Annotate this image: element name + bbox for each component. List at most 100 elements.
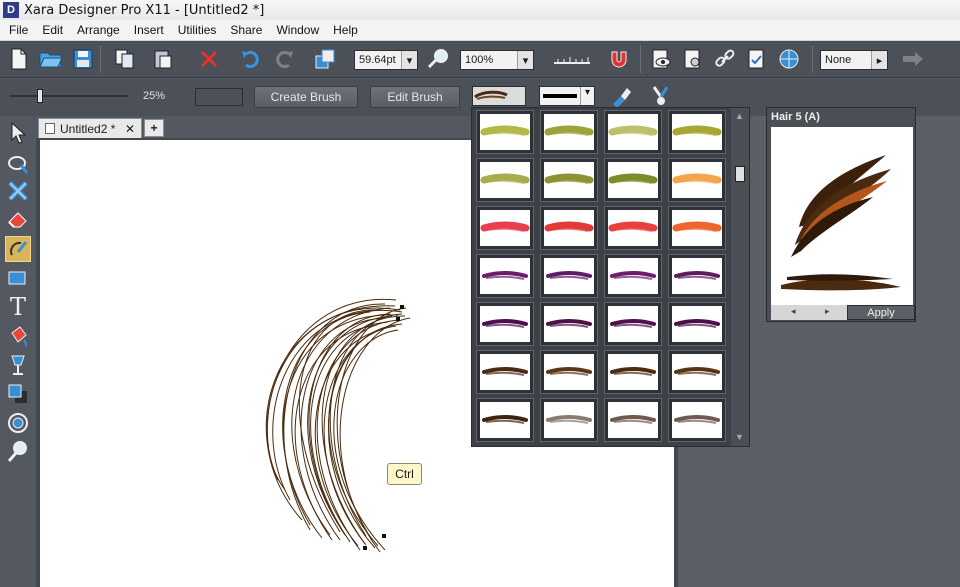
chevron-left-icon[interactable]: ◂ bbox=[791, 306, 796, 317]
brush-name-field[interactable] bbox=[195, 88, 243, 106]
line-style-dropdown[interactable]: ▾ bbox=[539, 86, 595, 106]
menu-file[interactable]: File bbox=[4, 23, 33, 37]
gallery-scrollbar[interactable]: ▲ ▼ bbox=[731, 108, 749, 446]
shadow-tool-icon[interactable] bbox=[5, 381, 31, 407]
brush-swatch[interactable] bbox=[668, 158, 726, 202]
brush-swatch[interactable] bbox=[476, 110, 534, 154]
menu-utilities[interactable]: Utilities bbox=[173, 23, 222, 37]
eye-preview-icon[interactable] bbox=[648, 46, 674, 72]
window-title: Xara Designer Pro X11 - [Untitled2 *] bbox=[24, 2, 265, 18]
snap-magnet-icon[interactable] bbox=[606, 46, 632, 72]
arrow-right-icon[interactable] bbox=[900, 46, 926, 72]
brush-swatch[interactable] bbox=[604, 206, 662, 250]
brush-swatch[interactable] bbox=[476, 254, 534, 298]
new-document-icon[interactable] bbox=[6, 46, 32, 72]
chevron-down-icon[interactable]: ▾ bbox=[580, 87, 594, 105]
document-tab[interactable]: Untitled2 * ✕ bbox=[38, 118, 142, 138]
delete-icon[interactable] bbox=[196, 46, 222, 72]
zoom-icon[interactable] bbox=[426, 46, 452, 72]
brush-swatch[interactable] bbox=[476, 158, 534, 202]
brush-swatch[interactable] bbox=[668, 254, 726, 298]
brush-picker-dropdown[interactable] bbox=[472, 86, 526, 106]
page-view-icon[interactable] bbox=[680, 46, 706, 72]
save-icon[interactable] bbox=[70, 46, 96, 72]
line-width-combo[interactable]: 59.64pt ▾ bbox=[354, 50, 418, 70]
text-t-glyph: T bbox=[9, 293, 26, 321]
copy-icon[interactable] bbox=[112, 46, 138, 72]
scroll-up-icon[interactable]: ▲ bbox=[735, 111, 744, 121]
brush-swatch[interactable] bbox=[668, 110, 726, 154]
zoom-tool-icon[interactable] bbox=[5, 439, 31, 465]
checklist-icon[interactable] bbox=[744, 46, 770, 72]
fill-combo[interactable]: None ▸ bbox=[820, 50, 888, 70]
brush-swatch[interactable] bbox=[540, 254, 598, 298]
hair-brush-sample bbox=[781, 155, 901, 291]
brush-swatch[interactable] bbox=[668, 206, 726, 250]
brush-swatch[interactable] bbox=[540, 158, 598, 202]
separator bbox=[812, 45, 813, 73]
chevron-right-icon[interactable]: ▸ bbox=[871, 51, 887, 69]
create-brush-button[interactable]: Create Brush bbox=[254, 86, 358, 108]
line-sample bbox=[543, 94, 577, 98]
brush-swatch[interactable] bbox=[604, 110, 662, 154]
brush-swatch[interactable] bbox=[668, 350, 726, 394]
preview-title: Hair 5 (A) bbox=[771, 111, 820, 123]
new-tab-button[interactable]: + bbox=[144, 119, 164, 137]
scroll-thumb[interactable] bbox=[735, 166, 745, 182]
paste-icon[interactable] bbox=[150, 46, 176, 72]
freehand-lasso-icon[interactable] bbox=[5, 150, 31, 176]
menu-window[interactable]: Window bbox=[271, 23, 324, 37]
arrange-icon[interactable] bbox=[312, 46, 338, 72]
brush-swatch[interactable] bbox=[668, 302, 726, 346]
brush-swatch[interactable] bbox=[540, 302, 598, 346]
edit-brush-button[interactable]: Edit Brush bbox=[370, 86, 460, 108]
brush-swatch-image bbox=[480, 258, 530, 294]
menu-share[interactable]: Share bbox=[225, 23, 267, 37]
open-folder-icon[interactable] bbox=[38, 46, 64, 72]
brush-swatch[interactable] bbox=[604, 350, 662, 394]
brush-swatch[interactable] bbox=[604, 158, 662, 202]
brush-swatch[interactable] bbox=[476, 206, 534, 250]
text-tool-icon[interactable]: T bbox=[5, 294, 31, 320]
brush-swatch[interactable] bbox=[476, 398, 534, 442]
menu-arrange[interactable]: Arrange bbox=[72, 23, 125, 37]
brush-swatch[interactable] bbox=[604, 302, 662, 346]
selector-arrow-icon[interactable] bbox=[5, 120, 31, 146]
transparency-glass-icon[interactable] bbox=[5, 352, 31, 378]
chevron-down-icon[interactable]: ▾ bbox=[517, 51, 533, 69]
scale-slider-thumb[interactable] bbox=[36, 89, 43, 103]
brush-swatch[interactable] bbox=[540, 350, 598, 394]
brush-options-icon[interactable] bbox=[648, 83, 674, 109]
link-icon[interactable] bbox=[712, 46, 738, 72]
brush-swatch[interactable] bbox=[604, 254, 662, 298]
brush-tool-icon[interactable] bbox=[5, 236, 31, 262]
apply-button[interactable]: Apply bbox=[847, 305, 915, 320]
zoom-combo[interactable]: 100% ▾ bbox=[460, 50, 534, 70]
scroll-down-icon[interactable]: ▼ bbox=[735, 432, 744, 442]
brush-swatch[interactable] bbox=[476, 302, 534, 346]
brush-swatch[interactable] bbox=[540, 206, 598, 250]
undo-icon[interactable] bbox=[238, 46, 264, 72]
menu-insert[interactable]: Insert bbox=[129, 23, 169, 37]
ruler-icon[interactable] bbox=[552, 46, 592, 72]
contour-tool-icon[interactable] bbox=[5, 178, 31, 204]
web-globe-icon[interactable] bbox=[776, 46, 802, 72]
redo-icon[interactable] bbox=[271, 46, 297, 72]
fill-bucket-icon[interactable] bbox=[5, 323, 31, 349]
eraser-icon[interactable] bbox=[5, 206, 31, 232]
rectangle-tool-icon[interactable] bbox=[5, 266, 31, 292]
brush-swatch[interactable] bbox=[540, 110, 598, 154]
chevron-right-icon[interactable]: ▸ bbox=[825, 306, 830, 317]
menu-edit[interactable]: Edit bbox=[37, 23, 68, 37]
scale-slider-track[interactable] bbox=[10, 95, 128, 97]
chevron-down-icon[interactable]: ▾ bbox=[401, 51, 417, 69]
menu-help[interactable]: Help bbox=[328, 23, 363, 37]
brush-swatch[interactable] bbox=[476, 350, 534, 394]
brush-swatch[interactable] bbox=[668, 398, 726, 442]
ctrl-tooltip: Ctrl bbox=[387, 463, 422, 485]
brush-swatch[interactable] bbox=[604, 398, 662, 442]
brush-swatch[interactable] bbox=[540, 398, 598, 442]
close-icon[interactable]: ✕ bbox=[125, 122, 135, 136]
pressure-pen-icon[interactable] bbox=[608, 83, 634, 109]
contour-rings-icon[interactable] bbox=[5, 410, 31, 436]
